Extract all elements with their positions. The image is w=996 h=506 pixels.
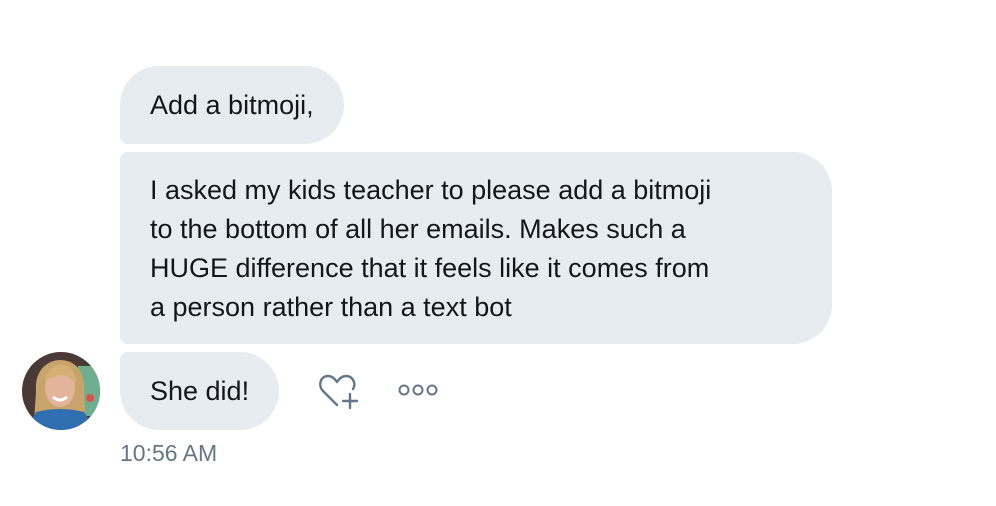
message-text: Add a bitmoji,	[150, 90, 314, 120]
message-line: to the bottom of all her emails. Makes s…	[150, 214, 686, 244]
like-button[interactable]	[318, 372, 364, 410]
message-text: She did!	[150, 376, 250, 406]
more-options-button[interactable]	[398, 380, 440, 400]
message-bubble-3[interactable]: She did!	[120, 352, 280, 430]
message-line: a person rather than a text bot	[150, 292, 512, 322]
avatar[interactable]	[22, 352, 100, 430]
message-timestamp: 10:56 AM	[120, 440, 218, 466]
message-bubble-1[interactable]: Add a bitmoji,	[120, 66, 344, 144]
dm-thread: Add a bitmoji, I asked my kids teacher t…	[0, 0, 996, 506]
message-line: HUGE difference that it feels like it co…	[150, 253, 710, 283]
heart-plus-icon	[319, 374, 359, 410]
message-line: I asked my kids teacher to please add a …	[150, 175, 712, 205]
more-options-icon	[398, 384, 438, 396]
message-bubble-2[interactable]: I asked my kids teacher to please add a …	[120, 152, 832, 344]
